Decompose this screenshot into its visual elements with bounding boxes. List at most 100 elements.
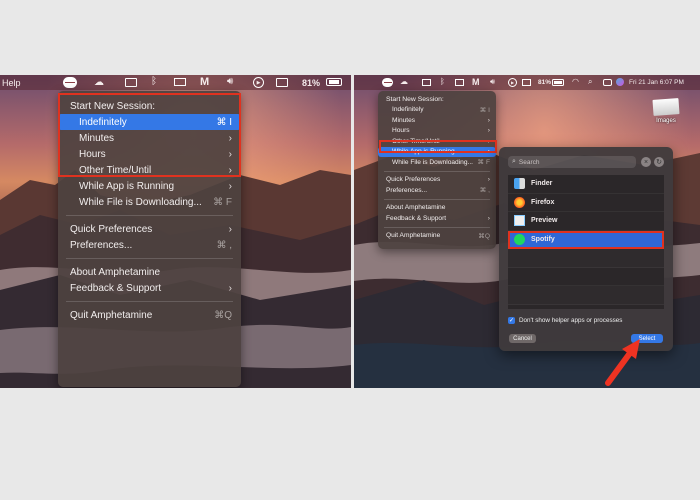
desktop-file-images[interactable]: Images [646, 98, 686, 124]
chevron-right-icon: › [487, 127, 490, 135]
menu-bar: ☁ ᛒ M 🔊︎ ▶ 81% ◠ ⌕ Fri 21 Jan 6:07 PM [354, 75, 700, 90]
chevron-right-icon: › [487, 116, 490, 124]
shortcut-label: ⌘Q [214, 309, 232, 321]
checkmark-icon[interactable]: ✓ [508, 317, 515, 324]
screen-mirroring-icon[interactable] [455, 79, 464, 86]
firefox-icon [514, 196, 525, 208]
menu-separator [384, 198, 490, 200]
cloud-upload-icon[interactable]: ☁ [94, 77, 104, 88]
search-icon: ⌕ [512, 158, 516, 165]
spotify-icon [514, 233, 525, 245]
shortcut-label: ⌘ I [479, 106, 490, 114]
wifi-icon[interactable]: ◠ [572, 77, 579, 86]
chevron-right-icon: › [228, 164, 232, 176]
right-screenshot: ☁ ᛒ M 🔊︎ ▶ 81% ◠ ⌕ Fri 21 Jan 6:07 PM Im… [354, 75, 700, 388]
cancel-button[interactable]: Cancel [509, 334, 536, 343]
menu-item-hours[interactable]: Hours › [378, 126, 496, 137]
menu-item-about[interactable]: About Amphetamine [378, 203, 496, 214]
menu-item-about[interactable]: About Amphetamine [58, 264, 241, 280]
keyboard-icon[interactable] [276, 78, 288, 87]
annotation-arrow [605, 339, 640, 386]
control-center-icon[interactable] [603, 79, 612, 86]
battery-percentage: 81% [302, 77, 321, 88]
menu-item-feedback-support[interactable]: Feedback & Support › [378, 213, 496, 224]
list-item-spotify[interactable]: Spotify [508, 230, 664, 249]
menu-item-quick-preferences[interactable]: Quick Preferences › [58, 221, 241, 237]
menu-item-indefinitely[interactable]: Indefinitely ⌘ I [58, 114, 241, 130]
menu-header-start-new-session: Start New Session: [70, 100, 156, 112]
menu-item-minutes[interactable]: Minutes › [378, 115, 496, 126]
left-screenshot: Help ☁ ᛒ M 🔊︎ ▶ 81% Start New Session: I… [0, 75, 351, 388]
help-menu[interactable]: Help [2, 78, 21, 88]
list-item-finder[interactable]: Finder [508, 175, 664, 194]
menu-item-indefinitely[interactable]: Indefinitely ⌘ I [378, 105, 496, 116]
shortcut-label: ⌘Q [478, 232, 490, 240]
search-input[interactable] [518, 158, 629, 166]
battery-icon[interactable] [326, 78, 342, 86]
app-picker-dialog: ⌕ × ↻ Finder Firefox Preview Spotify [499, 147, 673, 351]
malwarebytes-icon[interactable]: M [472, 77, 480, 87]
malwarebytes-icon[interactable]: M [200, 76, 209, 88]
play-icon[interactable]: ▶ [253, 77, 264, 88]
siri-icon[interactable] [616, 78, 624, 86]
shortcut-label: ⌘ F [477, 159, 490, 167]
menu-separator [384, 170, 490, 172]
chevron-right-icon: › [487, 148, 490, 156]
amphetamine-pill-icon[interactable] [382, 78, 393, 87]
menu-item-while-file-downloading[interactable]: While File is Downloading... ⌘ F [58, 194, 241, 210]
hide-helper-apps-option[interactable]: ✓ Don't show helper apps or processes [508, 317, 622, 324]
menu-separator [66, 215, 233, 216]
amphetamine-menu: Start New Session: Indefinitely ⌘ I Minu… [58, 91, 241, 387]
search-field[interactable]: ⌕ [508, 156, 636, 168]
screen-mirroring-icon[interactable] [174, 78, 186, 86]
volume-icon[interactable]: 🔊︎ [227, 76, 233, 87]
menu-item-quit[interactable]: Quit Amphetamine ⌘Q [378, 231, 496, 242]
menu-item-while-file-downloading[interactable]: While File is Downloading... ⌘ F [378, 157, 496, 168]
menu-item-feedback-support[interactable]: Feedback & Support › [58, 280, 241, 296]
app-list: Finder Firefox Preview Spotify [508, 175, 664, 309]
chevron-right-icon: › [228, 180, 232, 192]
file-name-label: Images [656, 118, 676, 124]
menu-item-other-time[interactable]: Other Time/Until › [378, 136, 496, 147]
chevron-right-icon: › [228, 132, 232, 144]
cloud-upload-icon[interactable]: ☁ [400, 77, 408, 86]
menu-item-minutes[interactable]: Minutes › [58, 130, 241, 146]
menu-item-quick-preferences[interactable]: Quick Preferences › [378, 175, 496, 186]
menu-separator [66, 258, 233, 259]
bluetooth-icon[interactable]: ᛒ [440, 77, 445, 86]
menu-item-quit[interactable]: Quit Amphetamine ⌘Q [58, 307, 241, 323]
menu-item-preferences[interactable]: Preferences... ⌘ , [378, 185, 496, 196]
finder-icon [514, 178, 525, 190]
menubar-clock[interactable]: Fri 21 Jan 6:07 PM [629, 79, 684, 86]
chevron-right-icon: › [228, 223, 232, 235]
menu-separator [66, 301, 233, 302]
search-icon[interactable]: ⌕ [588, 77, 592, 87]
menu-item-hours[interactable]: Hours › [58, 146, 241, 162]
play-icon[interactable]: ▶ [508, 78, 517, 87]
menu-separator [384, 226, 490, 228]
list-item-preview[interactable]: Preview [508, 212, 664, 231]
list-item-empty [508, 267, 664, 286]
chevron-right-icon: › [487, 214, 490, 222]
bluetooth-icon[interactable]: ᛒ [151, 76, 157, 87]
list-item-firefox[interactable]: Firefox [508, 194, 664, 212]
battery-icon[interactable] [552, 79, 564, 86]
menu-item-preferences[interactable]: Preferences... ⌘ , [58, 237, 241, 253]
battery-percentage: 81% [538, 79, 552, 86]
volume-icon[interactable]: 🔊︎ [490, 77, 495, 87]
amphetamine-pill-icon[interactable] [63, 77, 77, 88]
keyboard-icon[interactable] [522, 79, 531, 86]
menu-item-while-app-running[interactable]: While App is Running › [58, 178, 241, 194]
menu-item-other-time[interactable]: Other Time/Until › [58, 162, 241, 178]
shortcut-label: ⌘ , [479, 187, 490, 195]
menu-item-while-app-running[interactable]: While App is Running › [378, 146, 496, 157]
display-icon[interactable] [125, 78, 137, 87]
clear-icon[interactable]: × [641, 157, 651, 167]
shortcut-label: ⌘ , [216, 239, 232, 251]
chevron-right-icon: › [487, 137, 490, 145]
file-thumbnail [652, 98, 680, 116]
refresh-icon[interactable]: ↻ [654, 157, 664, 167]
display-icon[interactable] [422, 79, 431, 86]
list-item-empty [508, 286, 664, 305]
preview-icon [514, 215, 525, 227]
